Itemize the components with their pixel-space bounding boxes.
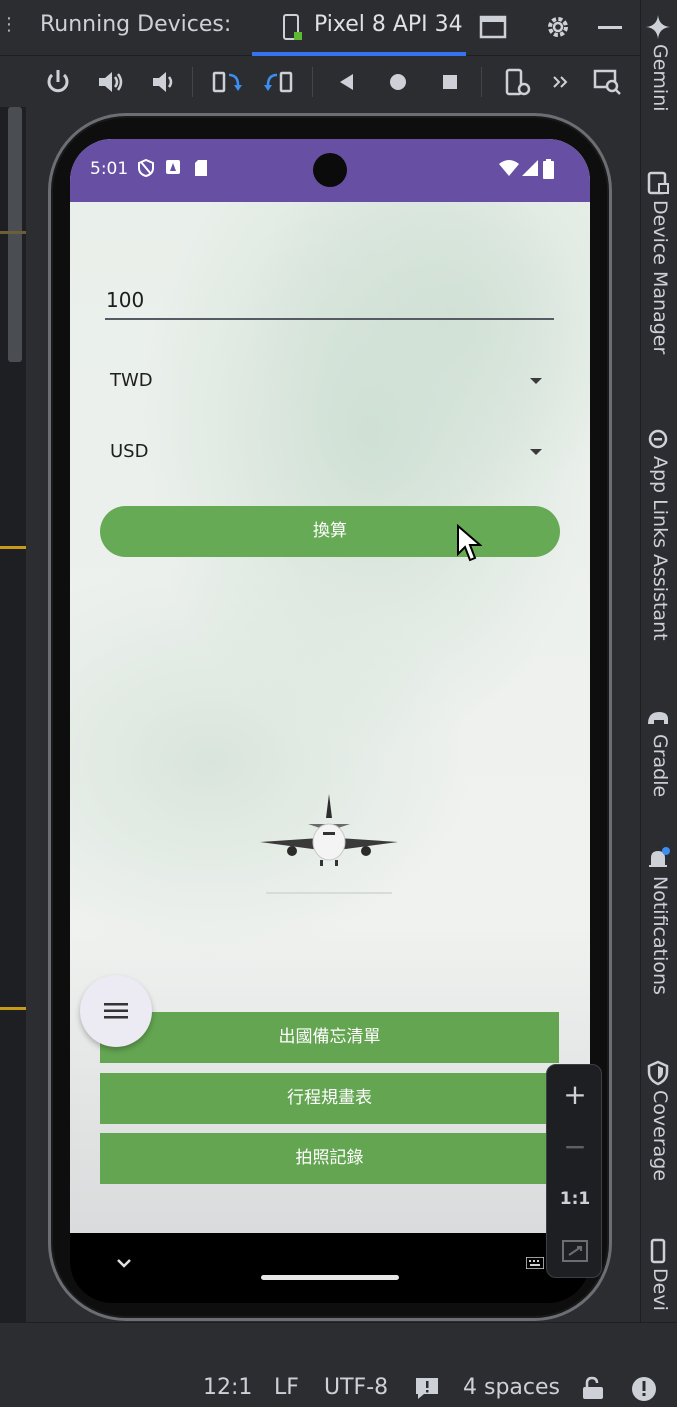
tool-app-links-label: App Links Assistant xyxy=(649,456,671,641)
sd-card-icon xyxy=(195,160,207,176)
tool-device-explorer-label: Devi xyxy=(649,1268,671,1311)
signal-icon xyxy=(522,160,538,176)
back-icon[interactable] xyxy=(330,65,364,99)
gesture-handle[interactable] xyxy=(261,1275,399,1280)
drag-handle-icon[interactable]: ⋮ xyxy=(0,10,18,40)
zoom-controls: + − 1:1 xyxy=(546,1064,602,1278)
tool-notifications[interactable]: Notifications xyxy=(645,846,675,995)
rotate-right-icon[interactable] xyxy=(262,65,296,99)
device-settings-icon[interactable] xyxy=(500,65,534,99)
zoom-out-button[interactable]: − xyxy=(555,1127,595,1167)
unlock-icon[interactable] xyxy=(580,1375,606,1401)
toolbar-separator xyxy=(481,67,482,97)
tool-gradle[interactable]: Gradle xyxy=(645,704,675,797)
front-camera xyxy=(313,153,347,187)
wifi-icon xyxy=(499,160,519,176)
amount-input[interactable]: 100 xyxy=(106,288,554,318)
right-tool-strip: Gemini Device Manager App Links Assistan… xyxy=(640,0,677,1322)
file-encoding[interactable]: UTF-8 xyxy=(324,1375,388,1400)
currency-converter-app: 100 TWD USD 換算 出國備忘清單 行程規畫表 拍照記錄 xyxy=(70,202,590,1233)
tab-selected-indicator xyxy=(252,52,466,56)
overview-icon[interactable] xyxy=(433,65,467,99)
change-marker xyxy=(0,1007,26,1010)
from-currency-value: TWD xyxy=(110,370,153,391)
volume-down-icon[interactable] xyxy=(146,65,180,99)
actual-size-button[interactable]: 1:1 xyxy=(555,1179,595,1219)
power-icon[interactable] xyxy=(41,65,75,99)
tool-coverage-label: Coverage xyxy=(649,1090,671,1182)
caret-position[interactable]: 12:1 xyxy=(203,1375,252,1400)
toolbar-separator xyxy=(312,67,313,97)
change-marker xyxy=(0,546,26,549)
checklist-button[interactable]: 出國備忘清單 xyxy=(100,1012,559,1063)
tool-device-explorer[interactable]: Devi xyxy=(645,1238,675,1311)
tool-gemini[interactable]: Gemini xyxy=(645,14,675,112)
notification-a-icon xyxy=(166,160,180,174)
dropdown-arrow-icon xyxy=(530,449,542,455)
volume-up-icon[interactable] xyxy=(94,65,128,99)
emulator-toolbar xyxy=(0,57,640,107)
editor-gutter xyxy=(0,107,26,1322)
bell-icon xyxy=(649,847,670,867)
shield-icon xyxy=(138,159,154,177)
device-manager-icon xyxy=(647,171,669,195)
android-status-bar: 5:01 xyxy=(70,139,590,202)
to-currency-spinner[interactable]: USD xyxy=(110,438,542,468)
gear-icon[interactable] xyxy=(543,12,573,42)
tool-device-manager-label: Device Manager xyxy=(649,200,671,355)
photo-record-button[interactable]: 拍照記錄 xyxy=(100,1133,559,1184)
tool-app-links[interactable]: App Links Assistant xyxy=(645,426,675,641)
dropdown-arrow-icon xyxy=(530,378,542,384)
tool-notifications-label: Notifications xyxy=(649,876,671,995)
shield-coverage-icon xyxy=(647,1060,669,1086)
status-time: 5:01 xyxy=(90,159,129,179)
panel-title: Running Devices: xyxy=(40,12,232,37)
hamburger-menu-icon xyxy=(104,1003,128,1019)
from-currency-spinner[interactable]: TWD xyxy=(110,367,542,397)
minimize-icon[interactable] xyxy=(595,12,625,42)
home-icon[interactable] xyxy=(381,65,415,99)
more-chevrons-icon[interactable] xyxy=(545,65,579,99)
tool-gemini-label: Gemini xyxy=(649,44,671,112)
inspection-alert-icon[interactable] xyxy=(414,1375,440,1401)
phone-icon xyxy=(650,1238,666,1264)
mouse-cursor xyxy=(457,524,482,562)
phone-screen[interactable]: 5:01 100 TWD USD 換算 出國備忘清單 行程規畫表 拍照記錄 xyxy=(70,139,590,1233)
menu-fab[interactable] xyxy=(80,975,152,1047)
convert-button[interactable]: 換算 xyxy=(100,506,560,557)
airplane-illustration xyxy=(260,794,398,894)
android-nav-bar xyxy=(70,1233,590,1303)
screenshot-search-icon[interactable] xyxy=(590,65,624,99)
chevron-down-icon[interactable] xyxy=(116,1257,132,1269)
gemini-sparkle-icon xyxy=(646,15,670,39)
line-ending[interactable]: LF xyxy=(274,1375,299,1400)
tool-coverage[interactable]: Coverage xyxy=(645,1060,675,1181)
fit-screen-icon[interactable] xyxy=(561,1239,589,1263)
phone-device-icon xyxy=(283,14,302,40)
warning-circle-icon[interactable] xyxy=(630,1375,658,1403)
to-currency-value: USD xyxy=(110,441,149,462)
ide-window: ⋮ Running Devices: Pixel 8 API 34 5:01 1… xyxy=(0,0,677,1407)
keyboard-icon[interactable] xyxy=(526,1257,544,1269)
tab-device-label: Pixel 8 API 34 xyxy=(314,12,463,37)
toolbar-separator xyxy=(192,67,193,97)
link-icon xyxy=(648,429,668,449)
tool-device-manager[interactable]: Device Manager xyxy=(645,170,675,354)
ide-status-bar: 12:1 LF UTF-8 4 spaces xyxy=(0,1322,677,1407)
running-devices-header: ⋮ Running Devices: Pixel 8 API 34 xyxy=(0,0,640,56)
change-marker xyxy=(0,231,26,234)
indent-setting[interactable]: 4 spaces xyxy=(463,1375,560,1400)
zoom-in-button[interactable]: + xyxy=(555,1075,595,1115)
battery-icon xyxy=(543,159,554,179)
gutter-scrollbar[interactable] xyxy=(8,107,22,362)
rotate-left-icon[interactable] xyxy=(210,65,244,99)
amount-input-underline xyxy=(105,318,554,320)
gradle-elephant-icon xyxy=(648,712,668,724)
itinerary-button[interactable]: 行程規畫表 xyxy=(100,1073,559,1124)
window-mode-icon[interactable] xyxy=(478,12,508,42)
tool-gradle-label: Gradle xyxy=(649,734,671,798)
tab-device[interactable]: Pixel 8 API 34 xyxy=(252,0,466,56)
